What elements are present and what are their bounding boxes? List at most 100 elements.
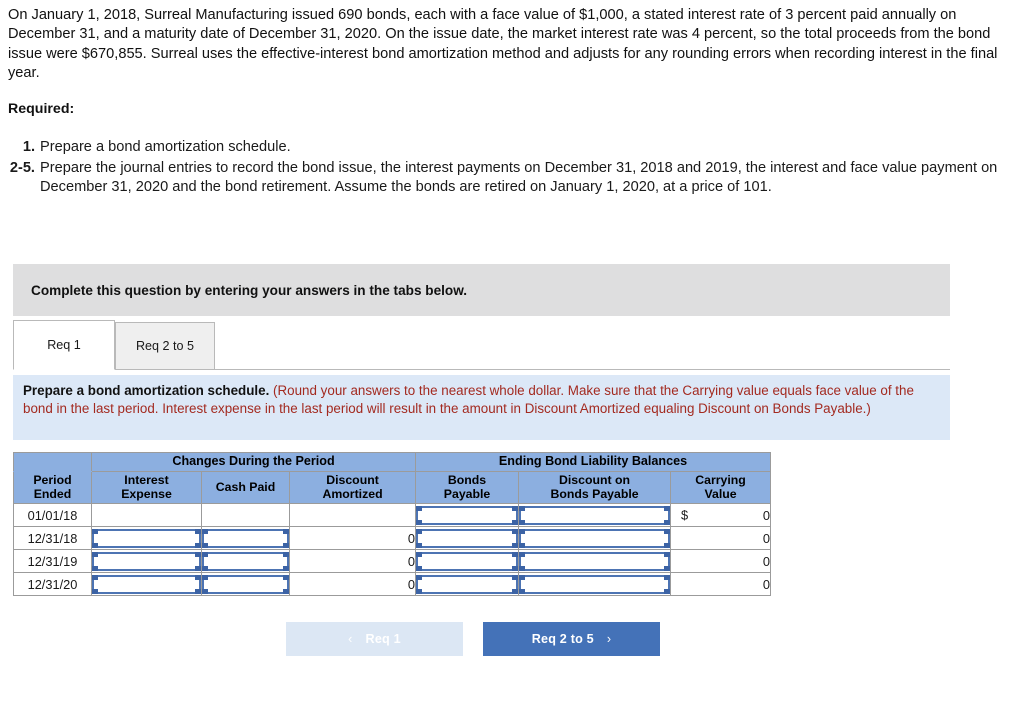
column-header-line2: Bonds Payable: [550, 486, 639, 501]
bonds-payable-input[interactable]: [416, 551, 519, 571]
cell-discount-amortized: 0: [288, 572, 417, 596]
interest-expense-input[interactable]: [92, 574, 201, 594]
column-header-cash-paid: Cash Paid: [201, 471, 290, 504]
cell-cash-paid[interactable]: [201, 572, 290, 596]
interest-expense-input[interactable]: [92, 551, 201, 571]
group-header-ending-balances: Ending Bond Liability Balances: [415, 452, 772, 472]
column-header-discount-amortized: Discount Amortized: [288, 471, 417, 504]
column-header-period-ended: Period Ended: [13, 471, 92, 504]
tab-req-2-to-5[interactable]: Req 2 to 5: [115, 322, 215, 370]
discount-on-bonds-payable-input[interactable]: [519, 528, 671, 548]
bonds-payable-input[interactable]: [416, 505, 519, 525]
column-header-line1: Cash Paid: [215, 479, 276, 494]
cell-discount-on-bonds-payable[interactable]: [518, 572, 672, 596]
cell-discount-on-bonds-payable[interactable]: [518, 503, 672, 527]
cell-discount-amortized: 0: [288, 549, 417, 573]
cell-cash-paid[interactable]: [201, 526, 290, 550]
table-head: Changes During the Period Ending Bond Li…: [13, 452, 772, 504]
cell-interest-expense: [91, 503, 202, 527]
cell-bonds-payable[interactable]: [415, 549, 520, 573]
group-header-blank: [13, 452, 92, 472]
column-header-line1: Interest: [124, 473, 169, 487]
bond-amortization-table: Changes During the Period Ending Bond Li…: [13, 452, 772, 596]
column-header-line2: Expense: [121, 486, 172, 501]
cell-carrying-value: 0: [670, 549, 772, 573]
tab-strip: Req 1 Req 2 to 5: [13, 320, 950, 370]
requirement-instruction-bold: Prepare a bond amortization schedule.: [23, 383, 270, 398]
cell-carrying-value: 0: [670, 526, 772, 550]
tab-req-1[interactable]: Req 1: [13, 320, 115, 370]
discount-on-bonds-payable-input[interactable]: [519, 551, 671, 571]
tab-req-2-to-5-label: Req 2 to 5: [135, 339, 195, 353]
bonds-payable-input[interactable]: [416, 528, 519, 548]
required-item: 2-5. Prepare the journal entries to reco…: [8, 159, 1016, 198]
cell-bonds-payable[interactable]: [415, 526, 520, 550]
column-header-carrying-value: Carrying Value: [670, 471, 772, 504]
column-header-line2: Amortized: [322, 486, 383, 501]
cell-discount-amortized: [288, 503, 417, 527]
discount-on-bonds-payable-input[interactable]: [519, 505, 671, 525]
required-list: 1. Prepare a bond amortization schedule.…: [8, 138, 1016, 198]
table-row: 01/01/18 $ 0: [13, 503, 772, 527]
cash-paid-input[interactable]: [202, 528, 289, 548]
table-row: 12/31/20 0 0: [13, 572, 772, 596]
cell-period-ended: 01/01/18: [13, 503, 92, 527]
required-item-number: 2-5.: [9, 159, 35, 176]
interest-expense-input[interactable]: [92, 528, 201, 548]
cell-discount-on-bonds-payable[interactable]: [518, 526, 672, 550]
required-item-text: Prepare the journal entries to record th…: [40, 159, 998, 196]
cell-interest-expense[interactable]: [91, 526, 202, 550]
prev-req-1-label: Req 1: [365, 632, 401, 646]
column-header-bonds-payable: Bonds Payable: [415, 471, 520, 504]
cell-interest-expense[interactable]: [91, 572, 202, 596]
cell-bonds-payable[interactable]: [415, 572, 520, 596]
next-req-2-to-5-button[interactable]: Req 2 to 5 ›: [483, 622, 660, 656]
chevron-right-icon: ›: [606, 632, 612, 646]
currency-symbol: $: [681, 507, 689, 523]
bonds-payable-input[interactable]: [416, 574, 519, 594]
problem-statement: On January 1, 2018, Surreal Manufacturin…: [8, 7, 998, 82]
cell-period-ended: 12/31/18: [13, 526, 92, 550]
cell-interest-expense[interactable]: [91, 549, 202, 573]
required-label: Required:: [8, 101, 75, 117]
table-group-header-row: Changes During the Period Ending Bond Li…: [13, 452, 772, 472]
column-header-line1: Bonds: [447, 473, 487, 487]
column-header-line1: Carrying: [695, 473, 746, 487]
cell-discount-amortized: 0: [288, 526, 417, 550]
table-row: 12/31/18 0 0: [13, 526, 772, 550]
column-header-line1: Discount: [326, 473, 379, 487]
instruction-banner: Complete this question by entering your …: [13, 264, 950, 316]
column-header-discount-on-bonds-payable: Discount on Bonds Payable: [518, 471, 672, 504]
cash-paid-input[interactable]: [202, 551, 289, 571]
next-req-2-to-5-label: Req 2 to 5: [531, 632, 594, 646]
cell-carrying-value: $ 0: [670, 503, 772, 527]
table-column-header-row: Period Ended Interest Expense Cash Paid …: [13, 471, 772, 504]
cell-cash-paid: [201, 503, 290, 527]
cash-paid-input[interactable]: [202, 574, 289, 594]
table-row: 12/31/19 0 0: [13, 549, 772, 573]
cell-carrying-value: 0: [670, 572, 772, 596]
required-item-number: 1.: [22, 139, 35, 155]
requirement-instruction-box: Prepare a bond amortization schedule. (R…: [13, 375, 950, 440]
cell-bonds-payable[interactable]: [415, 503, 520, 527]
instruction-banner-text: Complete this question by entering your …: [31, 282, 468, 298]
required-item-text: Prepare a bond amortization schedule.: [40, 139, 291, 155]
carrying-value-amount: 0: [762, 507, 771, 523]
cell-period-ended: 12/31/20: [13, 572, 92, 596]
column-header-line1: Discount on: [559, 473, 631, 487]
cell-period-ended: 12/31/19: [13, 549, 92, 573]
column-header-line2: Payable: [443, 486, 491, 501]
prev-req-1-button[interactable]: ‹ Req 1: [286, 622, 463, 656]
column-header-line1: Period: [33, 473, 72, 487]
cell-discount-on-bonds-payable[interactable]: [518, 549, 672, 573]
required-item: 1. Prepare a bond amortization schedule.: [8, 138, 1016, 158]
chevron-left-icon: ‹: [348, 632, 353, 646]
column-header-line2: Value: [704, 486, 737, 501]
discount-on-bonds-payable-input[interactable]: [519, 574, 671, 594]
table-body: 01/01/18 $ 0 12/31/18 0 0 12/31/19 0 0 1…: [13, 503, 772, 596]
tab-req-1-label: Req 1: [47, 338, 81, 352]
cell-cash-paid[interactable]: [201, 549, 290, 573]
pagination-nav: ‹ Req 1 Req 2 to 5 ›: [286, 622, 660, 656]
column-header-line2: Ended: [33, 486, 72, 501]
group-header-changes: Changes During the Period: [90, 452, 417, 472]
